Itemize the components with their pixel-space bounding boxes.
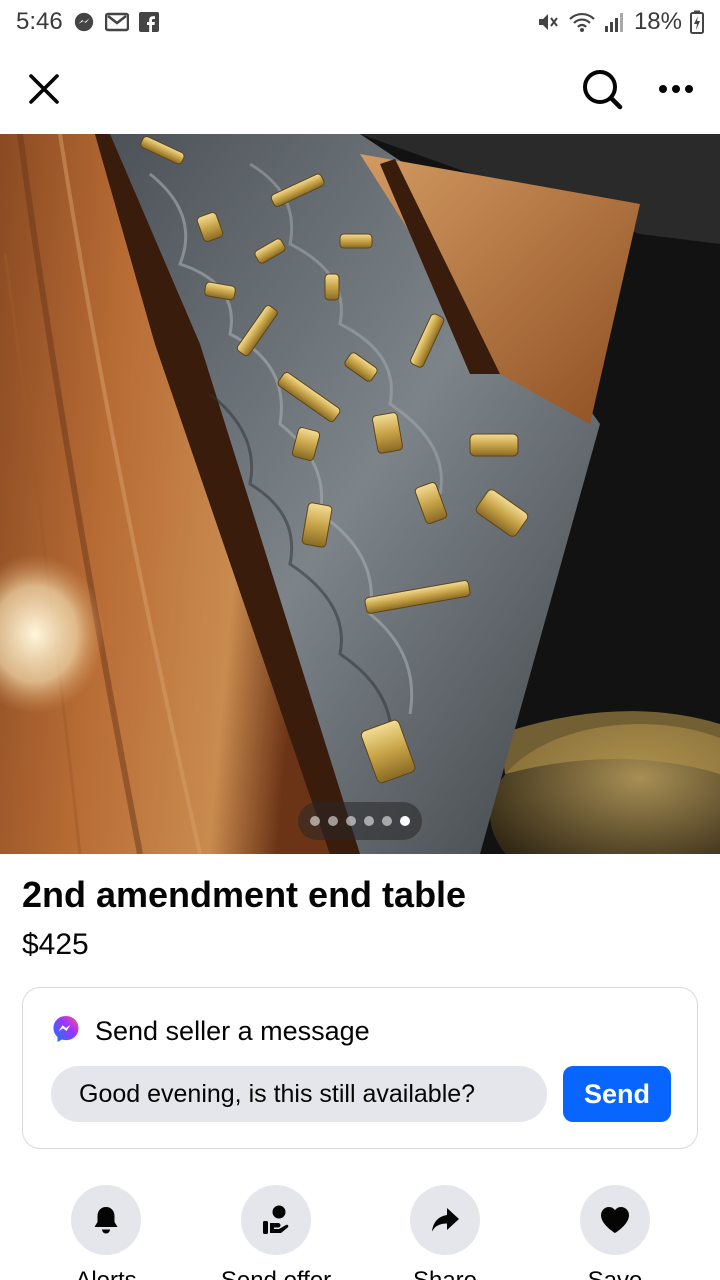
search-icon[interactable]	[580, 67, 624, 111]
bell-icon	[71, 1185, 141, 1255]
close-icon[interactable]	[22, 67, 66, 111]
pagination-dot	[328, 816, 338, 826]
action-row: Alerts Send offer Share Save	[0, 1185, 720, 1280]
pagination-dot-active	[400, 816, 410, 826]
more-icon[interactable]	[654, 67, 698, 111]
mail-icon	[104, 12, 129, 32]
signal-icon	[604, 11, 626, 33]
send-button[interactable]: Send	[563, 1066, 671, 1122]
messenger-icon	[73, 11, 95, 33]
pagination-dot	[310, 816, 320, 826]
alerts-button[interactable]: Alerts	[26, 1185, 186, 1280]
battery-percent: 18%	[633, 8, 682, 35]
message-header-label: Send seller a message	[95, 1016, 370, 1046]
message-input[interactable]	[51, 1066, 547, 1122]
pagination-dot	[346, 816, 356, 826]
battery-charging-icon	[690, 10, 704, 34]
send-offer-button[interactable]: Send offer	[196, 1185, 356, 1280]
wifi-icon	[568, 11, 596, 33]
nav-actions	[580, 67, 698, 111]
listing-photo[interactable]	[0, 134, 720, 854]
pagination-dot	[382, 816, 392, 826]
send-offer-label: Send offer	[221, 1267, 331, 1280]
message-header: Send seller a message	[51, 1014, 370, 1049]
messenger-icon	[51, 1014, 81, 1049]
listing-price: $425	[22, 928, 89, 961]
save-label: Save	[588, 1267, 643, 1280]
photo-pagination[interactable]	[298, 802, 422, 840]
status-bar: 5:46 18%	[0, 0, 720, 44]
share-label: Share	[413, 1267, 477, 1280]
alerts-label: Alerts	[75, 1267, 136, 1280]
save-button[interactable]: Save	[535, 1185, 695, 1280]
listing-title: 2nd amendment end table	[22, 874, 467, 915]
heart-icon	[580, 1185, 650, 1255]
mute-icon	[536, 11, 560, 33]
facebook-icon	[138, 12, 159, 32]
status-time: 5:46	[16, 8, 63, 35]
top-nav	[0, 44, 720, 134]
share-icon	[410, 1185, 480, 1255]
share-button[interactable]: Share	[365, 1185, 525, 1280]
pagination-dot	[364, 816, 374, 826]
send-message-card: Send seller a message Send	[22, 987, 698, 1149]
offer-icon	[241, 1185, 311, 1255]
status-left: 5:46	[16, 8, 159, 36]
status-right: 18%	[536, 8, 704, 36]
